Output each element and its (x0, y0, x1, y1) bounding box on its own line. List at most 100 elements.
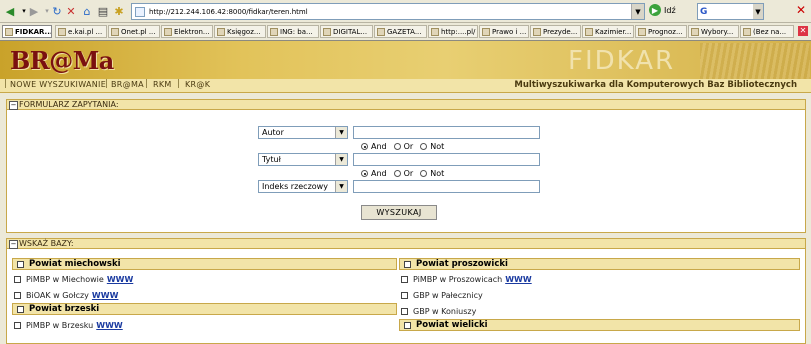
browser-tab[interactable]: DIGITAL... (320, 25, 373, 38)
operator-group-2: And Or Not (361, 169, 448, 178)
databases-header: − WSKAŻ BAZY: (6, 238, 806, 249)
radio-and[interactable] (361, 170, 368, 177)
browser-tab[interactable]: ING: ba... (267, 25, 319, 38)
search-dropdown-icon[interactable]: ▼ (753, 4, 763, 19)
tab-favicon-icon (431, 27, 439, 36)
browser-tab[interactable]: GAZETA... (374, 25, 427, 38)
address-dropdown-icon[interactable]: ▼ (631, 4, 644, 19)
radio-or[interactable] (393, 170, 401, 177)
tab-favicon-icon (323, 27, 331, 36)
site-subtitle: Multiwyszukiwarka dla Komputerowych Baz … (514, 80, 797, 90)
stop-icon[interactable]: ✕ (64, 4, 78, 18)
browser-toolbar: ◀ ▾ ▶ ▾ ↻ ✕ ⌂ ▤ ✱ http://212.244.106.42:… (0, 0, 811, 23)
nav-brama[interactable]: BR@MA (111, 80, 144, 89)
tab-favicon-icon (743, 27, 751, 36)
database-item: GBP w Pałecznicy (401, 289, 483, 301)
tab-favicon-icon (533, 27, 541, 36)
settings-icon[interactable]: ✱ (112, 4, 126, 18)
database-item: BiOAK w Gołczy WWW (14, 289, 118, 301)
home-icon[interactable]: ⌂ (80, 4, 94, 18)
group-header[interactable]: Powiat wielicki (399, 319, 800, 331)
tab-favicon-icon (164, 27, 172, 36)
tab-favicon-icon (58, 27, 66, 36)
tab-favicon-icon (5, 27, 13, 36)
www-link[interactable]: WWW (96, 321, 122, 330)
back-icon[interactable]: ◀ (3, 4, 17, 18)
browser-tab[interactable]: Wybory... (688, 25, 739, 38)
database-checkbox[interactable] (401, 291, 408, 299)
query-form-title: FORMULARZ ZAPYTANIA: (19, 100, 119, 109)
tab-close-icon[interactable]: ✕ (798, 26, 808, 36)
browser-tab[interactable]: http:....pl/ (428, 25, 478, 38)
browser-tab[interactable]: (Bez na... (740, 25, 794, 38)
forward-icon[interactable]: ▶ (27, 4, 41, 18)
www-link[interactable]: WWW (505, 275, 531, 284)
group-header[interactable]: Powiat brzeski (12, 303, 397, 315)
address-bar[interactable]: http://212.244.106.42:8000/fidkar/teren.… (131, 3, 645, 20)
tab-favicon-icon (377, 27, 385, 36)
database-checkbox[interactable] (401, 307, 408, 315)
book-image (700, 43, 810, 79)
radio-and[interactable] (361, 143, 368, 150)
browser-tab[interactable]: Prawo i ... (479, 25, 529, 38)
www-link[interactable]: WWW (107, 275, 133, 284)
group-checkbox[interactable] (404, 260, 411, 268)
group-checkbox[interactable] (17, 260, 24, 268)
nav-rkm[interactable]: RKM (153, 80, 172, 89)
nav-new-search[interactable]: NOWE WYSZUKIWANIE (10, 80, 106, 89)
radio-not[interactable] (420, 170, 428, 177)
www-link[interactable]: WWW (92, 291, 118, 300)
tab-favicon-icon (638, 27, 646, 36)
radio-not[interactable] (420, 143, 428, 150)
search-button[interactable]: WYSZUKAJ (361, 205, 437, 220)
group-header[interactable]: Powiat miechowski (12, 258, 397, 270)
query-input-2[interactable] (353, 153, 540, 166)
radio-or[interactable] (393, 143, 401, 150)
go-icon: ▶ (649, 4, 661, 16)
go-button[interactable]: ▶ Idź (649, 4, 676, 16)
tab-favicon-icon (111, 27, 119, 36)
browser-tab[interactable]: Prezyde... (530, 25, 581, 38)
tab-bar: FIDKAR... e.kai.pl ... Onet.pl ... Elekt… (0, 23, 811, 41)
browser-tab[interactable]: FIDKAR... (2, 25, 52, 38)
group-checkbox[interactable] (17, 305, 24, 313)
chevron-down-icon: ▼ (335, 181, 347, 192)
browser-tab[interactable]: e.kai.pl ... (55, 25, 107, 38)
chevron-down-icon: ▼ (335, 127, 347, 138)
search-box[interactable]: G ▼ (697, 3, 764, 20)
tab-favicon-icon (691, 27, 699, 36)
group-checkbox[interactable] (404, 321, 411, 329)
databases-title: WSKAŻ BAZY: (19, 239, 74, 248)
address-url: http://212.244.106.42:8000/fidkar/teren.… (149, 7, 308, 16)
google-icon: G (700, 6, 708, 17)
field-select-3[interactable]: Indeks rzeczowy ▼ (258, 180, 348, 193)
group-header[interactable]: Powiat proszowicki (399, 258, 800, 270)
database-checkbox[interactable] (14, 275, 21, 283)
product-logo: FIDKAR (568, 46, 676, 76)
brand-logo: BR@Ma (10, 46, 114, 75)
nav-krak[interactable]: KR@K (185, 80, 210, 89)
browser-tab[interactable]: Kazimier... (582, 25, 634, 38)
browser-tab[interactable]: Elektron... (161, 25, 213, 38)
query-input-3[interactable] (353, 180, 540, 193)
query-input-1[interactable] (353, 126, 540, 139)
tab-favicon-icon (585, 27, 593, 36)
field-select-2[interactable]: Tytuł ▼ (258, 153, 348, 166)
field-select-1[interactable]: Autor ▼ (258, 126, 348, 139)
tab-favicon-icon (217, 27, 225, 36)
database-checkbox[interactable] (14, 321, 21, 329)
window-close-icon[interactable]: ✕ (795, 4, 807, 16)
go-label: Idź (664, 5, 676, 15)
collapse-icon[interactable]: − (9, 240, 18, 249)
print-icon[interactable]: ▤ (96, 4, 110, 18)
browser-tab[interactable]: Onet.pl ... (108, 25, 160, 38)
operator-group-1: And Or Not (361, 142, 448, 151)
browser-tab[interactable]: Prognoz... (635, 25, 687, 38)
database-item: PiMBP w Proszowicach WWW (401, 273, 532, 285)
browser-tab[interactable]: Księgoz... (214, 25, 266, 38)
collapse-icon[interactable]: − (9, 101, 18, 110)
database-checkbox[interactable] (401, 275, 408, 283)
chevron-down-icon: ▼ (335, 154, 347, 165)
database-checkbox[interactable] (14, 291, 21, 299)
reload-icon[interactable]: ↻ (50, 4, 64, 18)
